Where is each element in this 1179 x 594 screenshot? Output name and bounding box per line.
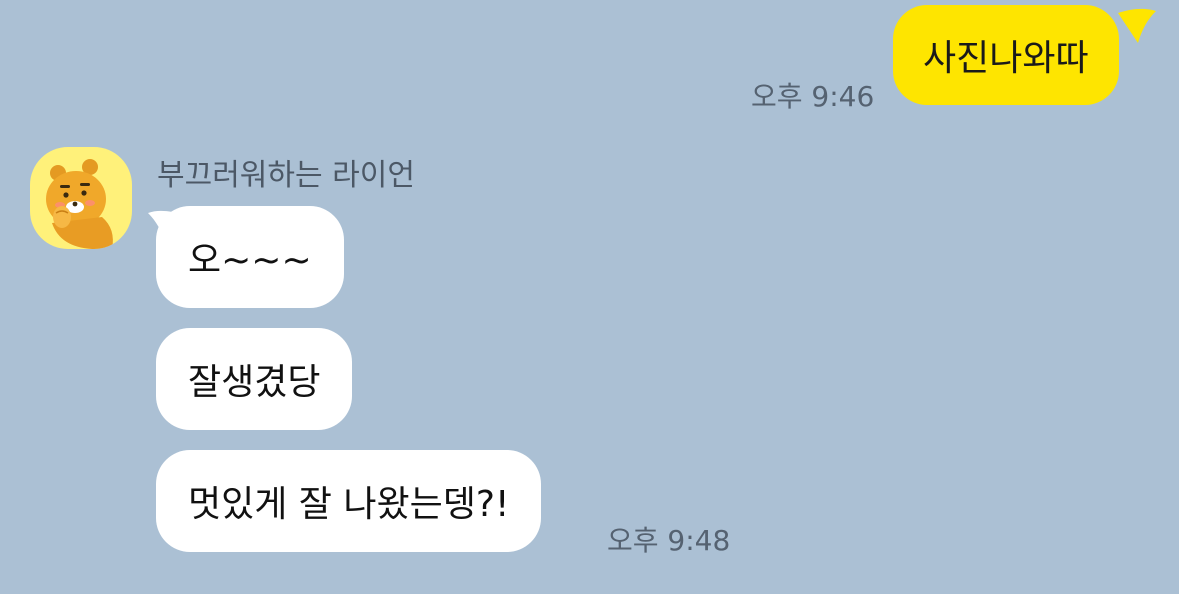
incoming-message-bubble[interactable]: 멋있게 잘 나왔는뎅?! xyxy=(156,450,542,552)
outgoing-message-text: 사진나와따 xyxy=(923,38,1089,79)
incoming-message-time: 오후 9:48 xyxy=(607,524,731,557)
incoming-message-text: 멋있게 잘 나왔는뎅?! xyxy=(188,484,510,525)
sender-avatar[interactable] xyxy=(30,147,132,249)
incoming-message-text: 잘생겼당 xyxy=(188,362,321,403)
incoming-message-bubble[interactable]: 잘생겼당 xyxy=(156,328,353,430)
outgoing-message-bubble[interactable]: 사진나와따 xyxy=(893,5,1119,105)
ryan-bear-icon xyxy=(46,159,113,249)
sender-name: 부끄러워하는 라이언 xyxy=(157,158,415,193)
chat-window: 사진나와따 오후 9:46 부끄러워하는 라이언 오~~~ 잘생겼당 멋있게 잘… xyxy=(0,0,1179,594)
outgoing-bubble-tail xyxy=(1118,8,1156,43)
outgoing-message-time: 오후 9:46 xyxy=(751,80,875,113)
incoming-message-text: 오~~~ xyxy=(188,240,312,281)
incoming-message-bubble[interactable]: 오~~~ xyxy=(156,206,344,308)
